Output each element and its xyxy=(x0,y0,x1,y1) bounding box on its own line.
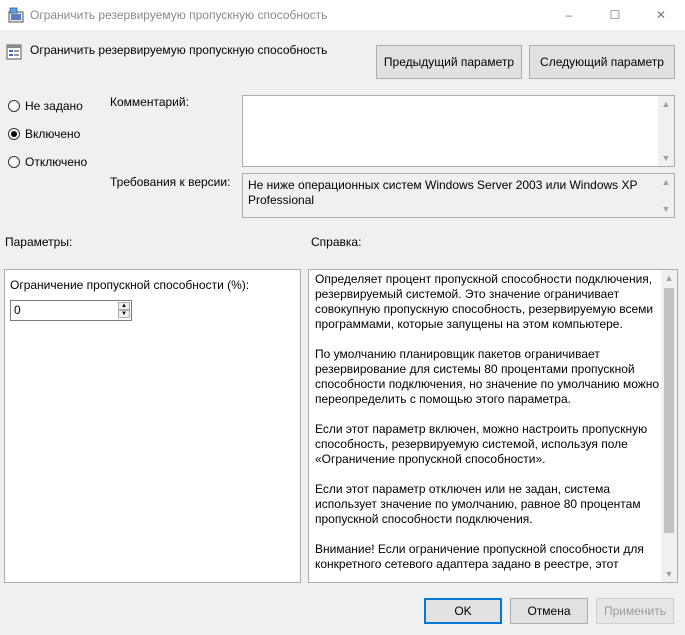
version-requirements-label: Требования к версии: xyxy=(110,175,231,189)
title-bar: Ограничить резервируемую пропускную спос… xyxy=(0,0,685,31)
help-paragraph: Определяет процент пропускной способност… xyxy=(315,272,654,331)
scroll-up-icon[interactable]: ▲ xyxy=(661,270,677,286)
version-requirements-box: Не ниже операционных систем Windows Serv… xyxy=(242,173,675,218)
scroll-thumb[interactable] xyxy=(664,288,674,533)
maximize-icon: ☐ xyxy=(609,8,621,22)
ok-button[interactable]: OK xyxy=(424,598,502,624)
setting-title: Ограничить резервируемую пропускную спос… xyxy=(30,43,328,57)
comment-scrollbar[interactable]: ▲ ▼ xyxy=(658,96,674,166)
apply-button[interactable]: Применить xyxy=(596,598,674,624)
help-paragraph: Внимание! Если ограничение пропускной сп… xyxy=(315,542,644,571)
bandwidth-limit-value[interactable]: 0 xyxy=(14,303,21,317)
scroll-up-icon[interactable]: ▲ xyxy=(658,174,674,190)
scroll-down-icon[interactable]: ▼ xyxy=(658,201,674,217)
radio-circle xyxy=(8,100,20,112)
next-setting-button[interactable]: Следующий параметр xyxy=(529,45,675,79)
cancel-button[interactable]: Отмена xyxy=(510,598,588,624)
radio-circle xyxy=(8,156,20,168)
scroll-up-icon[interactable]: ▲ xyxy=(658,96,674,112)
parameters-panel: Ограничение пропускной способности (%): … xyxy=(4,269,301,583)
window-title: Ограничить резервируемую пропускную спос… xyxy=(30,8,328,22)
close-button[interactable]: ✕ xyxy=(638,0,684,30)
minimize-button[interactable]: – xyxy=(546,0,592,30)
radio-label: Включено xyxy=(25,127,81,141)
help-scrollbar[interactable]: ▲ ▼ xyxy=(661,270,677,582)
help-text: Определяет процент пропускной способност… xyxy=(315,272,661,582)
bandwidth-limit-spinner[interactable]: 0 ▲ ▼ xyxy=(10,300,132,321)
radio-disabled[interactable]: Отключено xyxy=(8,155,87,169)
help-paragraph: Если этот параметр отключен или не задан… xyxy=(315,482,641,526)
parameters-label: Параметры: xyxy=(5,235,73,249)
spinner-buttons: ▲ ▼ xyxy=(118,302,130,319)
minimize-icon: – xyxy=(565,8,573,22)
radio-label: Отключено xyxy=(25,155,88,169)
help-label: Справка: xyxy=(311,235,362,249)
version-scrollbar[interactable]: ▲ ▼ xyxy=(658,174,674,217)
comment-label: Комментарий: xyxy=(110,95,189,109)
comment-textarea[interactable]: ▲ ▼ xyxy=(242,95,675,167)
maximize-button[interactable]: ☐ xyxy=(592,0,638,30)
dialog-content: Ограничить резервируемую пропускную спос… xyxy=(0,30,685,635)
version-requirements-text: Не ниже операционных систем Windows Serv… xyxy=(248,178,638,207)
scroll-down-icon[interactable]: ▼ xyxy=(658,150,674,166)
spin-up-icon[interactable]: ▲ xyxy=(118,302,130,310)
radio-not-configured[interactable]: Не задано xyxy=(8,99,83,113)
close-icon: ✕ xyxy=(655,8,667,22)
radio-enabled[interactable]: Включено xyxy=(8,127,80,141)
help-panel: Определяет процент пропускной способност… xyxy=(308,269,678,583)
scroll-down-icon[interactable]: ▼ xyxy=(661,566,677,582)
setting-icon xyxy=(6,44,22,60)
radio-label: Не задано xyxy=(25,99,83,113)
previous-setting-button[interactable]: Предыдущий параметр xyxy=(376,45,522,79)
help-paragraph: По умолчанию планировщик пакетов огранич… xyxy=(315,347,660,406)
bandwidth-limit-label: Ограничение пропускной способности (%): xyxy=(10,278,250,292)
spin-down-icon[interactable]: ▼ xyxy=(118,310,130,318)
radio-circle-checked xyxy=(8,128,20,140)
policy-settings-icon xyxy=(8,7,24,23)
help-paragraph: Если этот параметр включен, можно настро… xyxy=(315,422,648,466)
